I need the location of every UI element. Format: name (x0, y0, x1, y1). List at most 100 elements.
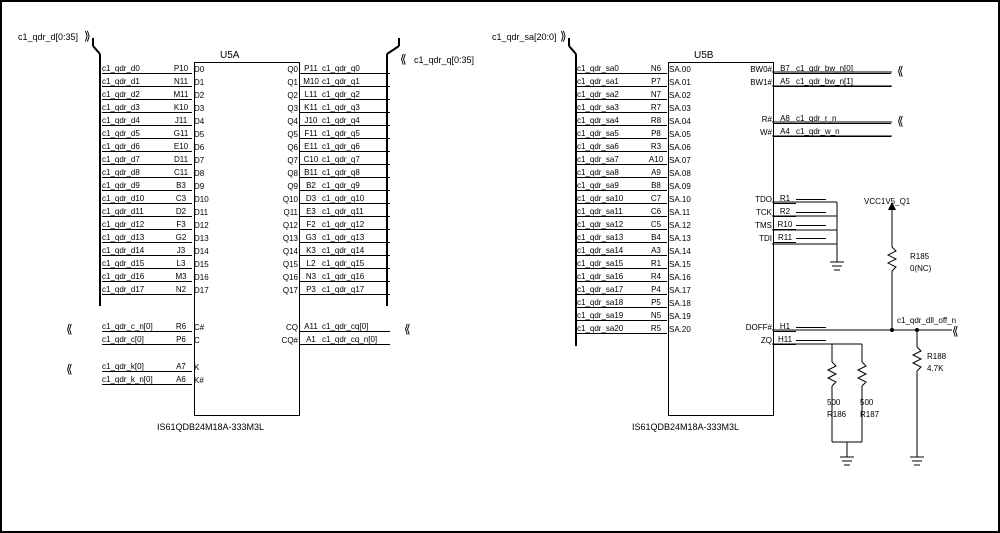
pin-num: A9 (645, 168, 667, 178)
bus-q-arrow: ⟪ (400, 52, 407, 66)
pin-net: c1_qdr_sa2 (577, 90, 645, 100)
pin-num: C7 (645, 194, 667, 204)
pin-name: K (192, 363, 218, 372)
pin-num: C10 (300, 155, 322, 165)
pin-name: SA.17 (667, 286, 693, 295)
pin-name: SA.10 (667, 195, 693, 204)
u5a-title: U5A (220, 50, 239, 61)
pin-num: N7 (645, 90, 667, 100)
pin-name: CQ# (264, 336, 300, 345)
u5a-d-bus-line (86, 34, 101, 314)
u5b-sa-bus-line (562, 34, 577, 354)
pin-net: c1_qdr_d8 (102, 168, 170, 178)
pin-net: c1_qdr_sa5 (577, 129, 645, 139)
pin-net: c1_qdr_q15 (322, 259, 390, 269)
pin-net: c1_qdr_sa3 (577, 103, 645, 113)
pin-net: c1_qdr_k[0] (102, 362, 170, 372)
pin-net: c1_qdr_d17 (102, 285, 170, 295)
pin-num: C6 (645, 207, 667, 217)
pin-name: D8 (192, 169, 218, 178)
pin-name: Q15 (264, 260, 300, 269)
pin-name: TDO (738, 195, 774, 204)
pin-net: c1_qdr_q1 (322, 77, 390, 87)
pin-num: P10 (170, 64, 192, 74)
pin-row: c1_qdr_k_n[0]A6K# (102, 375, 218, 385)
pin-net: c1_qdr_d7 (102, 155, 170, 165)
pin-name: SA.02 (667, 91, 693, 100)
pin-net: c1_qdr_d2 (102, 90, 170, 100)
pin-row: c1_qdr_d3K10D3 (102, 103, 218, 113)
pin-name: SA.19 (667, 312, 693, 321)
pin-net: c1_qdr_sa15 (577, 259, 645, 269)
pin-num: A7 (170, 362, 192, 372)
pin-num: J3 (170, 246, 192, 256)
pin-name: SA.14 (667, 247, 693, 256)
pin-name: D9 (192, 182, 218, 191)
pin-num: B2 (300, 181, 322, 191)
pin-num: R1 (645, 259, 667, 269)
pin-net: c1_qdr_d12 (102, 220, 170, 230)
pin-net: c1_qdr_sa4 (577, 116, 645, 126)
pin-num: P5 (645, 298, 667, 308)
pin-name: D1 (192, 78, 218, 87)
pin-net: c1_qdr_sa1 (577, 77, 645, 87)
pin-net: c1_qdr_d16 (102, 272, 170, 282)
pin-net: c1_qdr_q5 (322, 129, 390, 139)
pin-num: D2 (170, 207, 192, 217)
pin-name: W# (738, 128, 774, 137)
pin-name: SA.11 (667, 208, 693, 217)
bus-q-label: c1_qdr_q[0:35] (414, 55, 474, 65)
pin-net: c1_qdr_q3 (322, 103, 390, 113)
pin-num: B4 (645, 233, 667, 243)
pin-num: R5 (645, 324, 667, 334)
pin-name: Q0 (264, 65, 300, 74)
pin-net: c1_qdr_cq_n[0] (322, 335, 390, 345)
u5b-partname: IS61QDB24M18A-333M3L (632, 422, 739, 432)
pin-name: D0 (192, 65, 218, 74)
pin-num: R3 (645, 142, 667, 152)
pin-net: c1_qdr_d15 (102, 259, 170, 269)
pin-row: c1_qdr_d1N11D1 (102, 77, 218, 87)
pin-net: c1_qdr_q14 (322, 246, 390, 256)
pin-name: Q7 (264, 156, 300, 165)
pin-name: TCK (738, 208, 774, 217)
pin-num: N11 (170, 77, 192, 87)
pin-row: c1_qdr_d9B3D9 (102, 181, 218, 191)
pin-num: A6 (170, 375, 192, 385)
pin-num: P4 (645, 285, 667, 295)
pin-name: SA.09 (667, 182, 693, 191)
pin-row: c1_qdr_d7D11D7 (102, 155, 218, 165)
right-circuit-svg (772, 62, 992, 502)
pin-row: Q7C10c1_qdr_q7 (264, 155, 390, 165)
pin-row: Q17P3c1_qdr_q17 (264, 285, 390, 295)
pin-name: D11 (192, 208, 218, 217)
pin-num: F3 (170, 220, 192, 230)
pin-net: c1_qdr_q9 (322, 181, 390, 191)
pin-num: R4 (645, 272, 667, 282)
pin-num: F11 (300, 129, 322, 139)
pin-row: c1_qdr_sa1P7SA.01 (577, 77, 693, 87)
pin-net: c1_qdr_q11 (322, 207, 390, 217)
pin-name: SA.15 (667, 260, 693, 269)
pin-net: c1_qdr_d11 (102, 207, 170, 217)
pin-row: Q4J10c1_qdr_q4 (264, 116, 390, 126)
pin-net: c1_qdr_d13 (102, 233, 170, 243)
pin-row: c1_qdr_d17N2D17 (102, 285, 218, 295)
pin-name: C# (192, 323, 218, 332)
pin-name: ZQ (738, 336, 774, 345)
pin-row: c1_qdr_sa17P4SA.17 (577, 285, 693, 295)
pin-num: E11 (300, 142, 322, 152)
pin-num: F2 (300, 220, 322, 230)
pin-name: D12 (192, 221, 218, 230)
pin-num: R6 (170, 322, 192, 332)
pin-row: c1_qdr_sa18P5SA.18 (577, 298, 693, 308)
pin-net: c1_qdr_sa14 (577, 246, 645, 256)
pin-num: E10 (170, 142, 192, 152)
pin-num: G11 (170, 129, 192, 139)
pin-name: SA.08 (667, 169, 693, 178)
pin-num: B3 (170, 181, 192, 191)
pin-row: c1_qdr_sa5P8SA.05 (577, 129, 693, 139)
pin-name: D4 (192, 117, 218, 126)
pin-net: c1_qdr_sa20 (577, 324, 645, 334)
pin-net: c1_qdr_sa17 (577, 285, 645, 295)
